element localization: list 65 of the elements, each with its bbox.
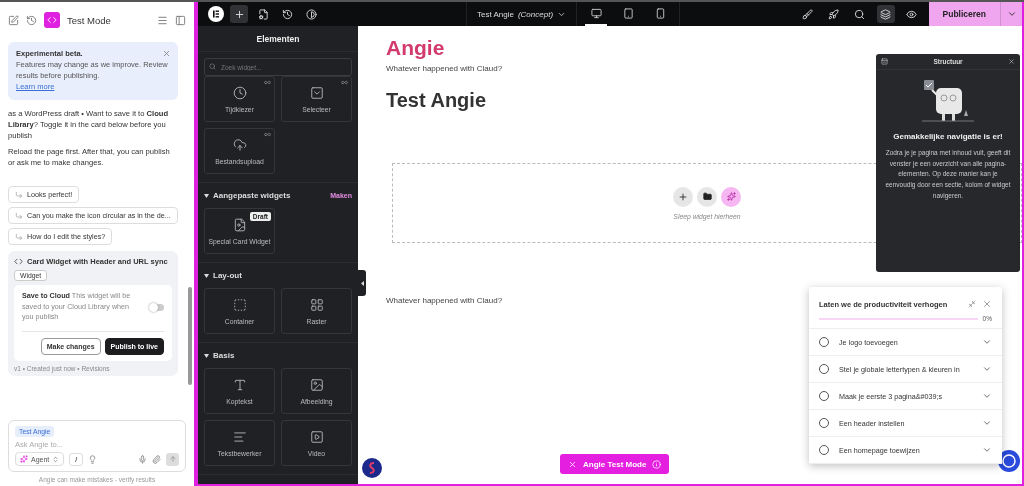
panel-toggle-icon[interactable] [881,58,888,65]
section-title[interactable]: Basis [213,351,235,360]
structure-heading: Gemakkelijke navigatie is er! [892,132,1004,143]
chevron-down-icon [982,364,992,374]
grid-icon [309,297,324,312]
folder-icon[interactable] [697,186,717,207]
check-circle[interactable] [819,337,829,347]
panel-title: Test Mode [67,14,112,26]
close-icon [568,459,577,469]
edit-icon[interactable] [8,14,19,26]
image-icon [309,377,324,392]
site-logo-icon[interactable] [362,458,382,478]
collapse-handle[interactable] [358,270,366,296]
caret-icon[interactable] [204,353,209,358]
reply-arrow-icon [15,211,23,220]
caret-icon[interactable] [204,273,209,278]
close-icon[interactable] [982,299,992,309]
scrollbar[interactable] [188,287,192,385]
check-circle[interactable] [819,418,829,428]
panel-title: Elementen [198,26,358,52]
check-circle[interactable] [819,364,829,374]
chevron-down-icon [982,391,992,401]
dashed-square-icon [232,297,247,312]
section-title[interactable]: Aangepaste widgets [213,191,291,200]
chevron-down-icon [982,418,992,428]
section-title[interactable]: Lay-out [213,271,242,280]
dropdown-icon [309,85,324,100]
sparkle-icon[interactable] [721,186,741,207]
paperclip-icon[interactable] [152,454,161,464]
reply-arrow-icon [15,190,23,199]
plus-icon[interactable] [230,5,248,23]
reply-arrow-icon [15,232,23,241]
menu-icon[interactable] [157,14,168,26]
letter-icon [232,377,247,392]
code-icon [44,12,60,28]
publish-button[interactable]: Publiceren [928,2,1000,26]
page-title-dropdown[interactable]: Test Angie (Concept) [466,2,578,26]
updown-icon [52,455,60,463]
sidebar-icon[interactable] [175,14,186,26]
chevron-down-icon [982,445,992,455]
page-heading: Test Angie [386,89,487,112]
clock-icon [232,85,247,100]
search-icon [209,63,216,70]
sparkle-icon [20,455,28,463]
caret-icon[interactable] [204,193,209,198]
layers-icon[interactable] [876,5,895,23]
image-card-icon [232,217,247,232]
site-tagline: Whatever happened with Claud? [386,64,504,73]
test-mode-button[interactable]: Angie Test Mode [560,454,670,474]
check-circle[interactable] [819,445,829,455]
chevron-down-icon [982,337,992,347]
logo-icon[interactable] [208,6,224,22]
play-icon [309,429,324,444]
close-icon[interactable] [162,49,171,58]
check-circle[interactable] [819,391,829,401]
text-lines-icon [232,429,247,444]
footer-text: Whatever happened with Claud? [386,296,503,305]
arrow-up-icon [168,455,177,463]
close-icon[interactable] [1008,58,1015,65]
code-icon [14,257,23,267]
save-toggle[interactable] [150,303,164,311]
site-title: Angie [386,36,446,60]
cloud-upload-icon [232,137,247,152]
info-icon [652,459,662,469]
microphone-icon[interactable] [138,454,147,464]
